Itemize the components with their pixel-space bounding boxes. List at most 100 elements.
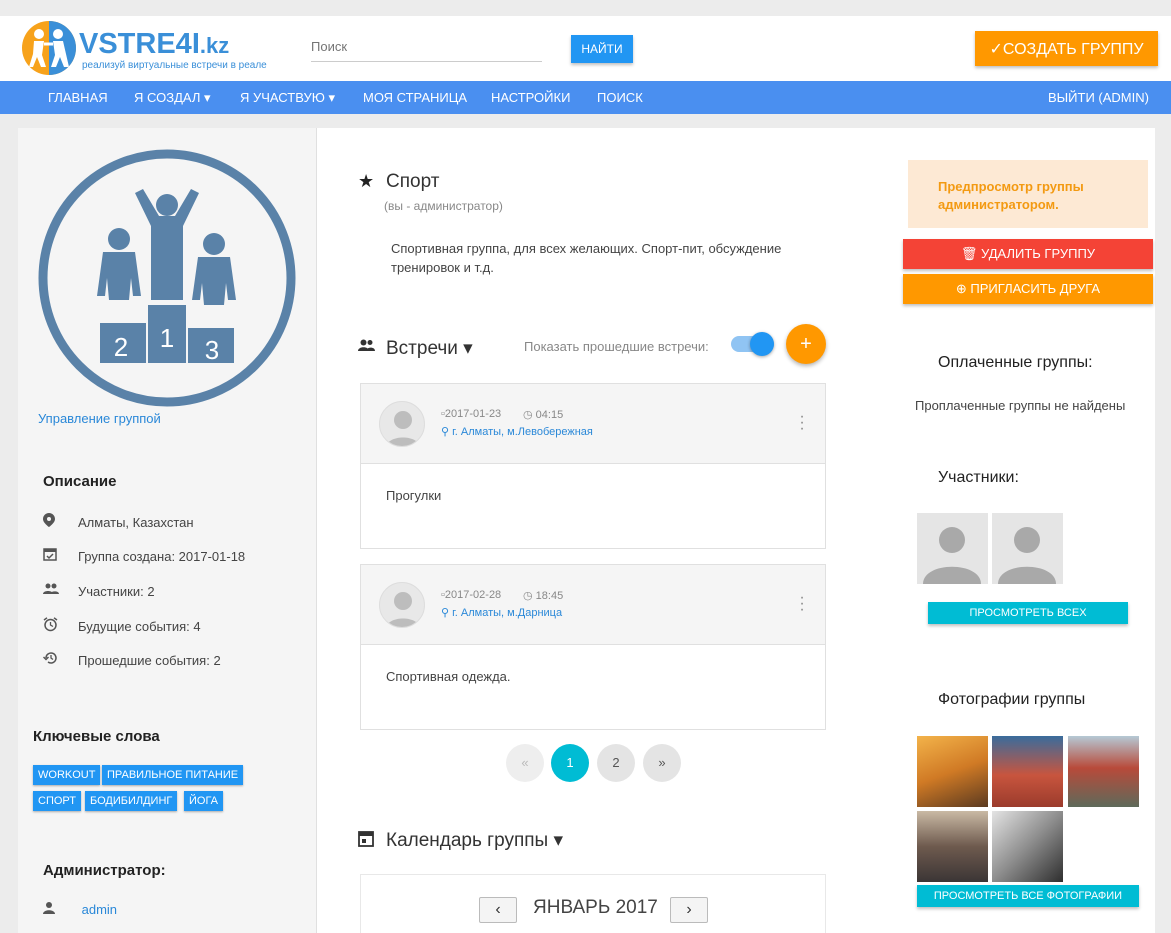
nav-my-page[interactable]: МОЯ СТРАНИЦА (363, 81, 467, 114)
meeting-location[interactable]: ⚲ г. Алматы, м.Дарница (441, 606, 562, 619)
member-avatar[interactable] (992, 513, 1063, 584)
invite-friend-button[interactable]: ⊕ ПРИГЛАСИТЬ ДРУГА (903, 274, 1153, 304)
svg-text:1: 1 (160, 323, 174, 353)
nav-search[interactable]: ПОИСК (597, 81, 643, 114)
paid-groups-empty: Проплаченные группы не найдены (915, 398, 1126, 413)
group-photo[interactable] (1068, 736, 1139, 807)
admin-link[interactable]: admin (82, 902, 117, 917)
show-past-label: Показать прошедшие встречи: (524, 339, 709, 354)
calendar-dropdown[interactable]: Календарь группы ▾ (386, 829, 563, 852)
clock-icon: ◷ (523, 590, 536, 602)
main-content: 1 2 3 Управление группой Описание Алматы… (18, 128, 1155, 933)
meeting-card-header: ▫2017-01-23 ◷ 04:15 ⚲ г. Алматы, м.Левоб… (361, 384, 825, 464)
more-vert-icon[interactable]: · · · (799, 409, 805, 437)
tag-bodybuilding[interactable]: БОДИБИЛДИНГ (85, 791, 178, 811)
manage-group-link[interactable]: Управление группой (38, 411, 161, 426)
logo-tagline: реализуй виртуальные встречи в реале (82, 60, 267, 71)
meeting-text: Спортивная одежда. (386, 669, 511, 684)
member-avatar[interactable] (917, 513, 988, 584)
group-role: (вы - администратор) (384, 199, 503, 213)
add-meeting-button[interactable]: + (786, 324, 826, 364)
svg-text:3: 3 (205, 335, 219, 365)
meeting-card: ▫2017-01-23 ◷ 04:15 ⚲ г. Алматы, м.Левоб… (360, 383, 826, 549)
group-description: Спортивная группа, для всех желающих. Сп… (391, 241, 782, 275)
search-input[interactable] (311, 32, 542, 62)
meeting-date: ▫2017-02-28 (441, 589, 502, 601)
info-created: Группа создана: 2017-01-18 (43, 547, 245, 569)
paid-groups-heading: Оплаченные группы: (938, 354, 1093, 371)
group-photo[interactable] (992, 736, 1063, 807)
site-logo[interactable]: VSTRE4I.kz реализуй виртуальные встречи … (22, 21, 267, 77)
star-icon[interactable]: ★ (358, 171, 374, 192)
calendar-widget: ‹ ЯНВАРЬ 2017 › (360, 874, 826, 933)
group-photo[interactable] (992, 811, 1063, 882)
nav-created-dropdown[interactable]: Я СОЗДАЛ ▾ (134, 81, 211, 114)
tag-workout[interactable]: WORKOUT (33, 765, 101, 785)
group-photo[interactable] (917, 736, 988, 807)
meeting-text: Прогулки (386, 488, 442, 503)
nav-settings[interactable]: НАСТРОЙКИ (491, 81, 570, 114)
more-vert-icon[interactable]: · · · (799, 590, 805, 618)
meetings-people-icon (358, 339, 375, 355)
meeting-location[interactable]: ⚲ г. Алматы, м.Левобережная (441, 425, 593, 438)
calendar-prev-button[interactable]: ‹ (479, 897, 517, 923)
clock-icon: ◷ (523, 409, 536, 421)
svg-text:2: 2 (114, 332, 128, 362)
description-heading: Описание (43, 473, 117, 490)
logo-text: VSTRE4I.kz (79, 28, 230, 60)
person-icon (43, 902, 78, 917)
info-past-events: Прошедшие события: 2 (42, 651, 221, 673)
calendar-month: ЯНВАРЬ 2017 (533, 897, 658, 918)
photos-heading: Фотографии группы (938, 691, 1086, 708)
calendar-check-icon (43, 547, 71, 564)
nav-participating-dropdown[interactable]: Я УЧАСТВУЮ ▾ (240, 81, 335, 114)
people-icon (43, 583, 71, 598)
location-icon (43, 513, 71, 530)
view-all-members-button[interactable]: ПРОСМОТРЕТЬ ВСЕХ (928, 602, 1128, 624)
meeting-card-header: ▫2017-02-28 ◷ 18:45 ⚲ г. Алматы, м.Дарни… (361, 565, 825, 645)
keywords-heading: Ключевые слова (33, 728, 160, 745)
group-photo[interactable] (917, 811, 988, 882)
pin-icon: ⚲ (441, 607, 453, 619)
tag-healthy-food[interactable]: ПРАВИЛЬНОЕ ПИТАНИЕ (102, 765, 244, 785)
group-avatar-podium-icon: 1 2 3 (38, 149, 296, 407)
tag-sport[interactable]: СПОРТ (33, 791, 81, 811)
admin-row: admin (43, 902, 117, 917)
avatar[interactable] (379, 582, 425, 628)
pagination-next[interactable]: » (643, 744, 681, 782)
avatar[interactable] (379, 401, 425, 447)
info-future-events: Будущие события: 4 (43, 617, 201, 639)
nav-logout[interactable]: ВЫЙТИ (ADMIN) (1048, 81, 1149, 114)
meeting-time: ◷ 04:15 (523, 409, 564, 421)
admin-heading: Администратор: (43, 862, 166, 879)
show-past-toggle-knob[interactable] (750, 332, 774, 356)
create-group-button[interactable]: ✓СОЗДАТЬ ГРУППУ (975, 31, 1158, 66)
find-button[interactable]: НАЙТИ (571, 35, 633, 63)
meeting-card: ▫2017-02-28 ◷ 18:45 ⚲ г. Алматы, м.Дарни… (360, 564, 826, 730)
group-title: Спорт (386, 171, 440, 192)
info-location: Алматы, Казахстан (43, 513, 194, 535)
pin-icon: ⚲ (441, 426, 453, 438)
pagination-prev[interactable]: « (506, 744, 544, 782)
calendar-next-button[interactable]: › (670, 897, 708, 923)
calendar-icon (358, 830, 374, 852)
center-column: ★ Спорт (вы - администратор) Спортивная … (358, 128, 828, 933)
meeting-time: ◷ 18:45 (523, 590, 564, 602)
pagination-page-1[interactable]: 1 (551, 744, 589, 782)
tag-yoga[interactable]: ЙОГА (184, 791, 224, 811)
delete-group-button[interactable]: 🗑 УДАЛИТЬ ГРУППУ (903, 239, 1153, 269)
meetings-dropdown[interactable]: Встречи ▾ (386, 337, 473, 360)
nav-home[interactable]: ГЛАВНАЯ (48, 81, 108, 114)
info-members: Участники: 2 (43, 582, 155, 604)
history-icon (42, 651, 71, 668)
view-all-photos-button[interactable]: ПРОСМОТРЕТЬ ВСЕ ФОТОГРАФИИ (917, 885, 1139, 907)
members-heading: Участники: (938, 469, 1019, 486)
meeting-date: ▫2017-01-23 (441, 408, 502, 420)
left-sidebar: 1 2 3 Управление группой Описание Алматы… (18, 128, 317, 933)
top-header: VSTRE4I.kz реализуй виртуальные встречи … (0, 16, 1171, 81)
pagination-page-2[interactable]: 2 (597, 744, 635, 782)
admin-preview-notice: Предпросмотр группы администратором. (908, 160, 1148, 228)
main-nav: ГЛАВНАЯ Я СОЗДАЛ ▾ Я УЧАСТВУЮ ▾ МОЯ СТРА… (0, 81, 1171, 114)
right-sidebar: Предпросмотр группы администратором. 🗑 У… (898, 128, 1155, 933)
alarm-icon (43, 617, 71, 635)
